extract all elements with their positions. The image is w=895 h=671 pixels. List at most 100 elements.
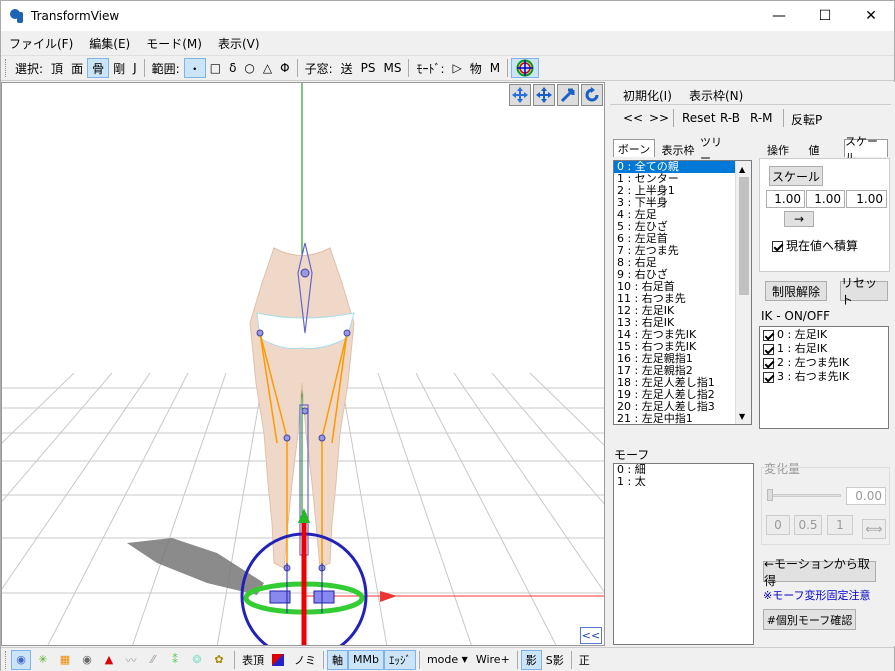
- value-1-button[interactable]: 1: [827, 515, 853, 535]
- close-button[interactable]: ✕: [848, 1, 894, 31]
- morph-swap-button[interactable]: ⟺: [862, 519, 886, 539]
- checkbox-checked[interactable]: [763, 343, 774, 355]
- scale-y-input[interactable]: 1.00: [806, 190, 845, 208]
- morph-list[interactable]: 0 : 細 1 : 太: [613, 463, 754, 645]
- init-menu[interactable]: 初期化(I): [623, 87, 672, 104]
- tab-scale[interactable]: スケール: [844, 135, 888, 164]
- ik-list[interactable]: 0 : 左足IK 1 : 右足IK 2 : 左つま先IK 3 : 右つま先IK: [759, 326, 889, 429]
- range-delta-button[interactable]: δ: [225, 58, 240, 78]
- unlimit-button[interactable]: 制限解除: [765, 281, 827, 301]
- reset-limit-button[interactable]: リセット: [840, 276, 888, 307]
- scroll-down-icon[interactable]: ▼: [739, 412, 745, 421]
- child-send-button[interactable]: 送: [337, 58, 357, 78]
- rotate-view-button[interactable]: [581, 84, 603, 106]
- display-frame-menu[interactable]: 表示枠(N): [689, 87, 743, 104]
- ik-box-right[interactable]: [313, 590, 335, 604]
- rigid-display-toggle[interactable]: ⁑: [165, 650, 185, 670]
- rb-button[interactable]: R-B: [720, 111, 740, 125]
- gizmo-toggle-button[interactable]: [511, 58, 540, 78]
- no-toggle[interactable]: ノミ: [290, 650, 320, 670]
- spark-display-toggle[interactable]: ✳: [33, 650, 53, 670]
- table-vertex-toggle[interactable]: 表頂: [238, 650, 268, 670]
- scroll-up-icon[interactable]: ▲: [739, 165, 745, 174]
- soft-display-toggle[interactable]: ✿: [209, 650, 229, 670]
- select-rigid-button[interactable]: 剛: [109, 58, 129, 78]
- collapse-panel-button[interactable]: <<: [580, 627, 602, 644]
- list-item[interactable]: 2 : 左つま先IK: [760, 357, 888, 371]
- tab-tree[interactable]: ツリー: [700, 136, 732, 165]
- color-toggle[interactable]: [268, 650, 288, 670]
- face-display-toggle[interactable]: ▲: [99, 650, 119, 670]
- axis-toggle[interactable]: 軸: [327, 649, 348, 670]
- flip-button[interactable]: 反転P: [791, 111, 822, 128]
- apply-arrow-button[interactable]: →: [784, 211, 814, 227]
- range-phi-button[interactable]: Φ: [276, 58, 293, 78]
- wire-display-toggle[interactable]: ▦: [55, 650, 75, 670]
- select-joint-button[interactable]: J: [129, 58, 141, 78]
- joint-display-toggle[interactable]: ❂: [187, 650, 207, 670]
- mode-play-button[interactable]: ▷: [449, 58, 466, 78]
- scale-button[interactable]: スケール: [769, 166, 823, 186]
- nav-next-button[interactable]: >>: [649, 111, 669, 125]
- mmb-toggle[interactable]: MMb: [348, 649, 384, 670]
- vertex-display-toggle[interactable]: ◉: [11, 649, 31, 670]
- edge-toggle[interactable]: ｴｯｼﾞ: [383, 649, 416, 670]
- individual-morph-button[interactable]: #個別モーフ確認: [763, 609, 856, 630]
- scroll-thumb[interactable]: [739, 177, 749, 295]
- mode-m-button[interactable]: M: [486, 58, 504, 78]
- self-shadow-toggle[interactable]: S影: [542, 650, 568, 670]
- mode-physics-button[interactable]: 物: [466, 58, 486, 78]
- menu-edit[interactable]: 編集(E): [89, 35, 130, 52]
- value-0-button[interactable]: 0: [766, 515, 790, 535]
- reset-button[interactable]: Reset: [682, 111, 716, 125]
- checkbox-checked[interactable]: [772, 241, 783, 252]
- change-slider-track[interactable]: [769, 494, 841, 497]
- menu-view[interactable]: 表示(V): [218, 35, 260, 52]
- checkbox-checked[interactable]: [763, 329, 774, 341]
- get-from-motion-button[interactable]: ←モーションから取得: [763, 557, 876, 588]
- wire-plus-toggle[interactable]: Wire+: [472, 650, 514, 670]
- value-half-button[interactable]: 0.5: [794, 515, 822, 535]
- bone-display-toggle[interactable]: ⁄⁄: [143, 650, 163, 670]
- range-triangle-button[interactable]: △: [259, 58, 276, 78]
- tab-display-frame[interactable]: 表示枠: [657, 141, 699, 159]
- range-rect-button[interactable]: □: [206, 58, 225, 78]
- accumulate-checkbox[interactable]: 現在値へ積算: [772, 237, 858, 254]
- select-face-button[interactable]: 面: [67, 58, 87, 78]
- range-circle-button[interactable]: ○: [240, 58, 258, 78]
- rm-button[interactable]: R-M: [750, 111, 773, 125]
- minimize-button[interactable]: —: [756, 1, 802, 31]
- maximize-button[interactable]: ☐: [802, 1, 848, 31]
- tab-value[interactable]: 値: [798, 141, 830, 159]
- menu-mode[interactable]: モード(M): [146, 35, 202, 52]
- bone-list[interactable]: 0 : 全ての親 1 : センター 2 : 上半身1 3 : 下半身 4 : 左…: [613, 160, 752, 425]
- checkbox-checked[interactable]: [763, 371, 774, 383]
- list-item[interactable]: 1 : 右足IK: [760, 343, 888, 357]
- range-point-button[interactable]: ・: [183, 58, 206, 78]
- scene-canvas[interactable]: [2, 83, 605, 646]
- nav-prev-button[interactable]: <<: [623, 111, 643, 125]
- list-item[interactable]: 3 : 右つま先IK: [760, 371, 888, 385]
- pan-view-button[interactable]: [509, 84, 531, 106]
- checkbox-checked[interactable]: [763, 357, 774, 369]
- tab-operation[interactable]: 操作: [759, 141, 797, 159]
- menu-file[interactable]: ファイル(F): [9, 35, 73, 52]
- scale-z-input[interactable]: 1.00: [846, 190, 887, 208]
- change-value-input[interactable]: 0.00: [846, 487, 886, 505]
- scale-x-input[interactable]: 1.00: [766, 190, 805, 208]
- normal-display-toggle[interactable]: 〰: [121, 650, 141, 670]
- point-display-toggle[interactable]: ◉: [77, 650, 97, 670]
- bone-list-scrollbar[interactable]: ▲ ▼: [735, 161, 751, 424]
- list-item[interactable]: 1 : 太: [614, 476, 753, 488]
- move-view-button[interactable]: [533, 84, 555, 106]
- list-item[interactable]: 21 : 左足中指1: [614, 413, 751, 425]
- shadow-toggle[interactable]: 影: [520, 649, 542, 670]
- zoom-view-button[interactable]: [557, 84, 579, 106]
- correct-toggle[interactable]: 正: [575, 650, 594, 670]
- 3d-viewport[interactable]: <<: [1, 82, 605, 646]
- select-bone-button[interactable]: 骨: [87, 58, 110, 78]
- child-ms-button[interactable]: MS: [380, 58, 406, 78]
- mode-dropdown[interactable]: mode ▼: [423, 650, 472, 670]
- tab-bone[interactable]: ボーン: [613, 139, 655, 157]
- change-slider-thumb[interactable]: [767, 489, 773, 501]
